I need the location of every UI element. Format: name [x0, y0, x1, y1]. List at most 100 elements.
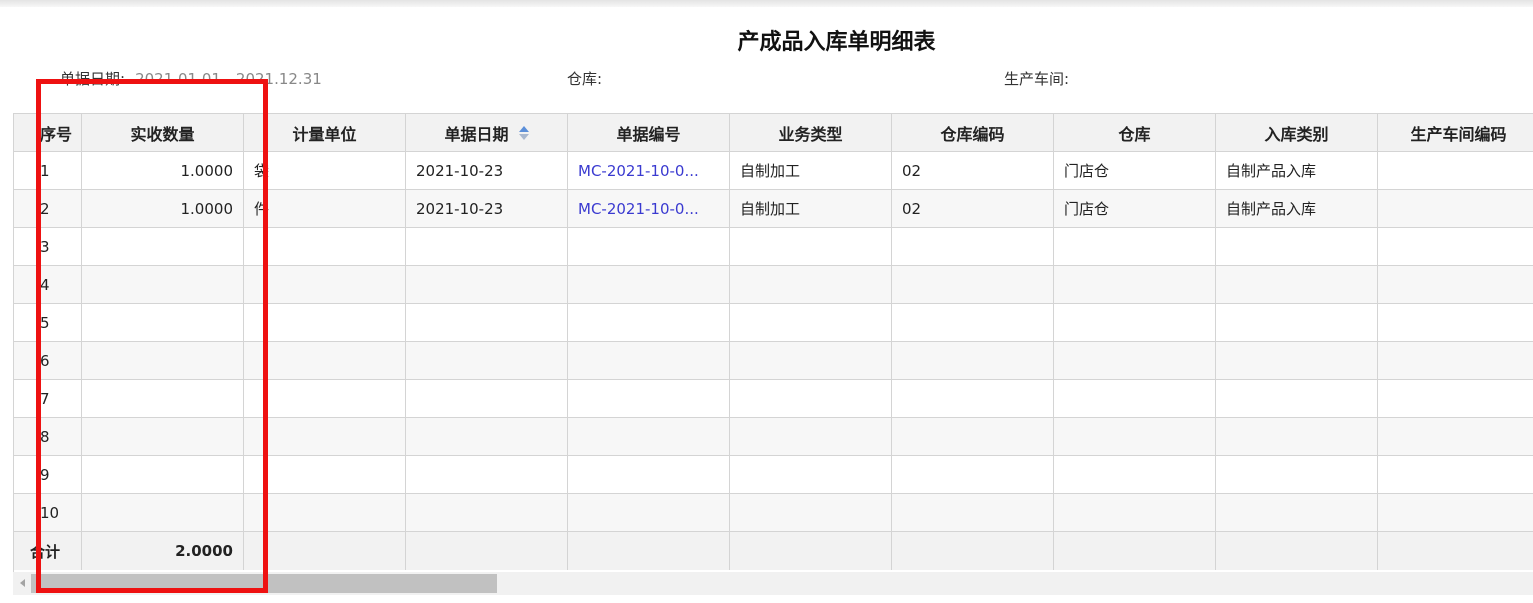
table-row[interactable]: 4: [14, 266, 1533, 304]
horizontal-scrollbar[interactable]: [13, 572, 1533, 595]
row-biz-type: [730, 494, 892, 532]
row-unit: 袋: [244, 152, 406, 190]
row-ws-code: [1378, 304, 1533, 342]
table-row[interactable]: 5: [14, 304, 1533, 342]
total-label: 合计: [14, 532, 82, 570]
row-doc-no: [568, 494, 730, 532]
row-qty: [82, 380, 244, 418]
col-header-no[interactable]: 序号: [14, 114, 82, 152]
row-in-type: 自制产品入库: [1216, 152, 1378, 190]
row-biz-type: [730, 304, 892, 342]
row-wh: 门店仓: [1054, 152, 1216, 190]
row-doc-no[interactable]: MC-2021-10-0...: [568, 190, 730, 228]
row-wh-code: [892, 228, 1054, 266]
row-qty: 1.0000: [82, 152, 244, 190]
total-cell: [568, 532, 730, 570]
sort-asc-icon[interactable]: [518, 125, 529, 140]
total-cell: [244, 532, 406, 570]
row-wh-code: [892, 266, 1054, 304]
detail-grid: 序号 实收数量 计量单位 单据日期 单据编号 业务类型 仓库编码 仓库 入库类别…: [13, 113, 1533, 572]
row-ws-code: [1378, 152, 1533, 190]
col-header-date-label: 单据日期: [444, 124, 509, 144]
scroll-left-arrow-icon[interactable]: [20, 579, 25, 587]
table-row[interactable]: 7: [14, 380, 1533, 418]
table-row[interactable]: 6: [14, 342, 1533, 380]
table-row[interactable]: 2 1.0000 件 2021-10-23 MC-2021-10-0... 自制加工 02 门…: [14, 190, 1533, 228]
row-no: 8: [14, 418, 82, 456]
row-wh-code: [892, 342, 1054, 380]
row-no: 6: [14, 342, 82, 380]
row-unit: [244, 304, 406, 342]
row-no: 7: [14, 380, 82, 418]
row-wh: [1054, 228, 1216, 266]
row-wh: [1054, 418, 1216, 456]
row-ws-code: [1378, 190, 1533, 228]
row-date: [406, 228, 568, 266]
row-doc-no: [568, 304, 730, 342]
row-wh: [1054, 456, 1216, 494]
col-header-doc-no[interactable]: 单据编号: [568, 114, 730, 152]
row-qty: [82, 418, 244, 456]
col-header-qty[interactable]: 实收数量: [82, 114, 244, 152]
doc-no-link[interactable]: MC-2021-10-0...: [578, 200, 699, 218]
col-header-ws-code[interactable]: 生产车间编码: [1378, 114, 1533, 152]
row-ws-code: [1378, 494, 1533, 532]
row-doc-no: [568, 228, 730, 266]
row-wh: 门店仓: [1054, 190, 1216, 228]
total-row: 合计 2.0000: [14, 532, 1533, 570]
table-row[interactable]: 8: [14, 418, 1533, 456]
filter-date: 单据日期: 2021.01.01 - 2021.12.31: [60, 68, 322, 89]
row-no: 4: [14, 266, 82, 304]
row-biz-type: [730, 342, 892, 380]
row-doc-no: [568, 380, 730, 418]
table-row[interactable]: 3: [14, 228, 1533, 266]
row-biz-type: 自制加工: [730, 152, 892, 190]
row-no: 5: [14, 304, 82, 342]
row-unit: [244, 494, 406, 532]
row-in-type: [1216, 304, 1378, 342]
row-unit: [244, 228, 406, 266]
col-header-wh-code[interactable]: 仓库编码: [892, 114, 1054, 152]
row-wh-code: 02: [892, 152, 1054, 190]
report-title: 产成品入库单明细表: [737, 30, 936, 55]
scrollbar-thumb[interactable]: [31, 574, 497, 593]
table-row[interactable]: 10: [14, 494, 1533, 532]
row-in-type: [1216, 342, 1378, 380]
row-biz-type: 自制加工: [730, 190, 892, 228]
row-date: 2021-10-23: [406, 190, 568, 228]
col-header-wh[interactable]: 仓库: [1054, 114, 1216, 152]
row-in-type: [1216, 418, 1378, 456]
filter-workshop: 生产车间:: [1004, 68, 1069, 89]
col-header-unit[interactable]: 计量单位: [244, 114, 406, 152]
row-qty: [82, 456, 244, 494]
row-date: [406, 418, 568, 456]
col-header-in-type[interactable]: 入库类别: [1216, 114, 1378, 152]
col-header-date[interactable]: 单据日期: [406, 114, 568, 152]
row-qty: [82, 494, 244, 532]
row-doc-no: [568, 342, 730, 380]
row-ws-code: [1378, 380, 1533, 418]
row-unit: [244, 456, 406, 494]
row-qty: 1.0000: [82, 190, 244, 228]
row-wh-code: [892, 380, 1054, 418]
row-ws-code: [1378, 228, 1533, 266]
row-doc-no[interactable]: MC-2021-10-0...: [568, 152, 730, 190]
row-date: [406, 494, 568, 532]
table-row[interactable]: 9: [14, 456, 1533, 494]
total-cell: [1378, 532, 1533, 570]
doc-no-link[interactable]: MC-2021-10-0...: [578, 162, 699, 180]
row-qty: [82, 342, 244, 380]
row-doc-no: [568, 266, 730, 304]
total-cell: [406, 532, 568, 570]
row-unit: [244, 266, 406, 304]
row-date: [406, 304, 568, 342]
row-unit: 件: [244, 190, 406, 228]
col-header-biz-type[interactable]: 业务类型: [730, 114, 892, 152]
row-qty: [82, 266, 244, 304]
table-row[interactable]: 1 1.0000 袋 2021-10-23 MC-2021-10-0... 自制加工 02 门…: [14, 152, 1533, 190]
row-biz-type: [730, 228, 892, 266]
row-wh-code: [892, 418, 1054, 456]
row-wh: [1054, 342, 1216, 380]
row-doc-no: [568, 456, 730, 494]
row-biz-type: [730, 380, 892, 418]
